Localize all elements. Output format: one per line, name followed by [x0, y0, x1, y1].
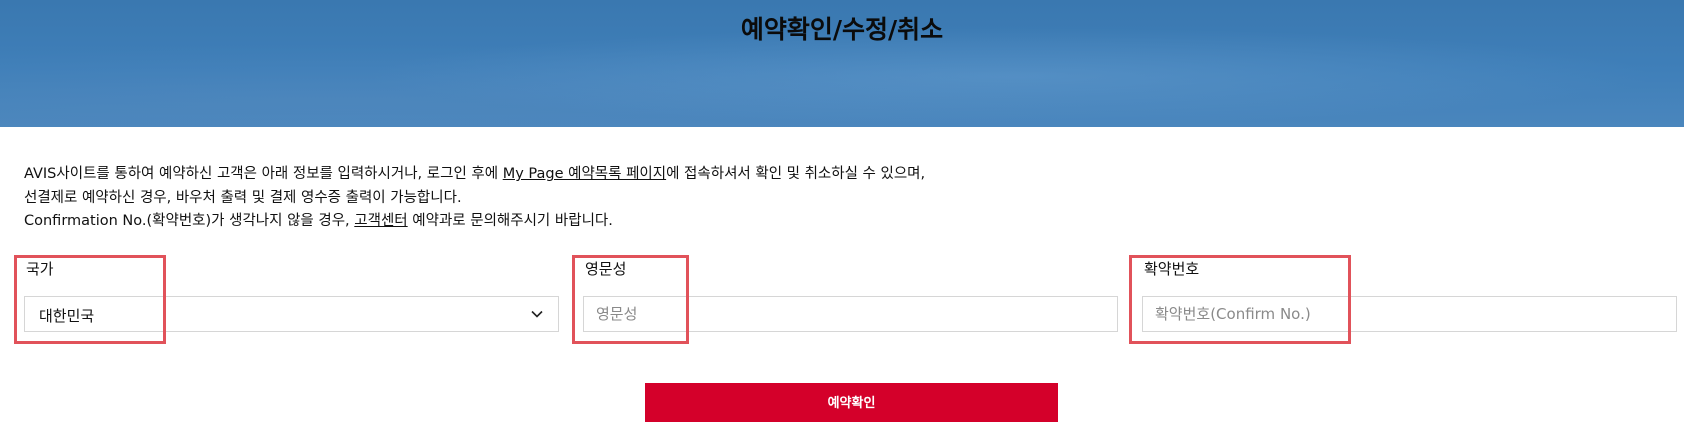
intro-line-2: 선결제로 예약하신 경우, 바우처 출력 및 결제 영수증 출력이 가능합니다.	[24, 189, 462, 206]
intro-line-3-suffix: 예약과로 문의해주시기 바랍니다.	[407, 213, 613, 229]
confirmation-field: 확약번호	[1142, 258, 1199, 279]
confirmation-label: 확약번호	[1144, 260, 1200, 278]
chevron-down-icon	[531, 310, 543, 318]
intro-line-3: Confirmation No.(확약번호)가 생각나지 않을 경우, 고객센터…	[24, 210, 925, 234]
last-name-input-box	[583, 296, 1118, 332]
intro-line-1: AVIS사이트를 통하여 예약하신 고객은 아래 정보를 입력하시거나, 로그인…	[24, 163, 925, 187]
hero-banner: 예약확인/수정/취소	[0, 0, 1684, 127]
confirm-reservation-button[interactable]: 예약확인	[645, 383, 1058, 422]
country-select[interactable]: 대한민국	[24, 296, 559, 332]
last-name-label: 영문성	[585, 260, 627, 278]
last-name-input[interactable]	[584, 297, 1117, 331]
country-label: 국가	[26, 260, 54, 278]
intro-line-1-text: AVIS사이트를 통하여 예약하신 고객은 아래 정보를 입력하시거나, 로그인…	[24, 166, 503, 182]
page-title: 예약확인/수정/취소	[740, 15, 944, 44]
country-field: 국가	[24, 258, 54, 279]
intro-text: AVIS사이트를 통하여 예약하신 고객은 아래 정보를 입력하시거나, 로그인…	[24, 163, 925, 234]
my-page-reservations-link[interactable]: My Page 예약목록 페이지	[503, 166, 666, 182]
confirmation-input-box	[1142, 296, 1677, 332]
intro-line-1-suffix: 에 접속하셔서 확인 및 취소하실 수 있으며,	[666, 166, 926, 182]
intro-line-3-text: Confirmation No.(확약번호)가 생각나지 않을 경우,	[24, 213, 355, 229]
customer-center-link[interactable]: 고객센터	[354, 213, 407, 229]
last-name-field: 영문성	[583, 258, 626, 279]
confirmation-input[interactable]	[1143, 297, 1676, 331]
country-selected-value: 대한민국	[39, 307, 95, 325]
